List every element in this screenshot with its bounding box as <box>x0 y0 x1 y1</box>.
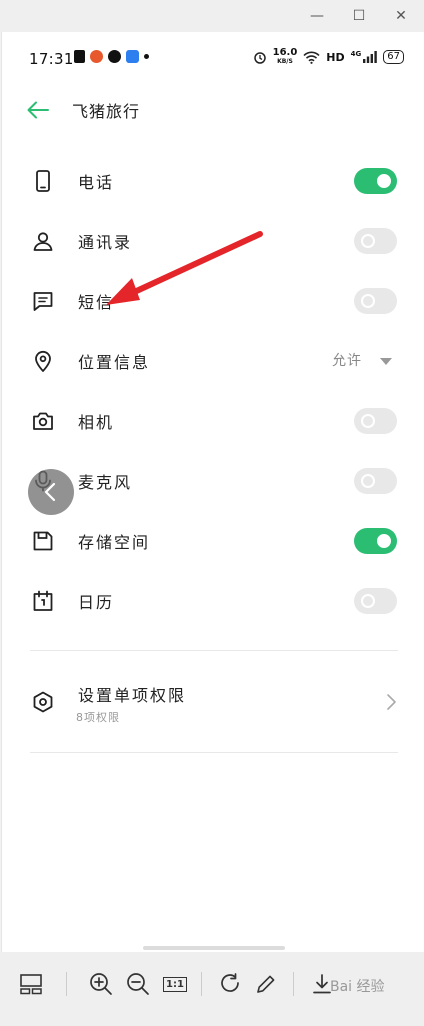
app-header: 飞猪旅行 <box>2 90 424 130</box>
page-title: 飞猪旅行 <box>72 102 141 121</box>
permission-label: 相机 <box>78 413 115 432</box>
message-icon <box>33 292 53 311</box>
toolbar-separator <box>201 972 202 996</box>
thumbnails-icon <box>20 974 42 995</box>
contacts-icon <box>33 232 53 251</box>
blue-app-icon <box>126 50 139 63</box>
storage-icon <box>33 531 53 551</box>
tiktok-icon <box>74 50 85 63</box>
permission-row-calendar[interactable]: 日历 <box>2 572 424 632</box>
weibo-icon <box>90 50 103 63</box>
camera-icon <box>33 412 53 430</box>
toggle-knob <box>377 534 391 548</box>
signal-icon <box>363 51 378 63</box>
single-permissions-count: 8项权限 <box>76 711 120 724</box>
calendar-toggle[interactable] <box>354 588 397 614</box>
permission-row-sms[interactable]: 短信 <box>2 272 424 332</box>
toolbar-separator <box>66 972 67 996</box>
net-speed-unit: KB/S <box>277 58 293 65</box>
thumbnail-view-button[interactable] <box>17 970 45 998</box>
permission-label: 位置信息 <box>78 353 151 372</box>
minimize-icon: — <box>310 8 324 24</box>
alarm-icon <box>253 52 266 64</box>
zoom-in-icon <box>90 973 112 995</box>
close-button[interactable]: ✕ <box>388 6 414 26</box>
phone-screen: 17:31 16.0 KB/S HD 4G 67 飞猪旅行 电话 通讯录 短信 … <box>1 32 424 952</box>
floating-back-button[interactable] <box>28 469 74 515</box>
battery-indicator: 67 <box>383 50 404 64</box>
home-indicator[interactable] <box>143 946 285 950</box>
storage-toggle[interactable] <box>354 528 397 554</box>
minimize-button[interactable]: — <box>304 6 330 26</box>
permission-label: 电话 <box>78 173 115 192</box>
zoom-in-button[interactable] <box>87 970 115 998</box>
q-app-icon <box>108 50 121 63</box>
wifi-icon <box>303 51 320 64</box>
notification-dot-icon <box>144 54 149 59</box>
permission-row-location[interactable]: 位置信息 允许 <box>2 332 424 392</box>
permission-label: 短信 <box>78 293 115 312</box>
hd-indicator: HD <box>326 50 345 64</box>
rotate-button[interactable] <box>216 970 244 998</box>
status-bar: 17:31 16.0 KB/S HD 4G 67 <box>2 32 424 84</box>
microphone-toggle[interactable] <box>354 468 397 494</box>
toggle-knob <box>361 474 375 488</box>
permission-row-contacts[interactable]: 通讯录 <box>2 212 424 272</box>
net-speed: 16.0 KB/S <box>273 48 298 66</box>
arrow-left-icon[interactable] <box>26 100 50 120</box>
permission-row-storage[interactable]: 存储空间 <box>2 512 424 572</box>
window-titlebar: — ☐ ✕ <box>0 0 424 32</box>
toggle-knob <box>377 174 391 188</box>
camera-toggle[interactable] <box>354 408 397 434</box>
watermark: Bai 经验 <box>330 979 385 995</box>
pencil-icon <box>257 975 275 993</box>
toggle-knob <box>361 234 375 248</box>
close-icon: ✕ <box>395 8 407 24</box>
net-speed-value: 16.0 <box>272 47 298 58</box>
status-time: 17:31 <box>29 50 74 68</box>
phone-toggle[interactable] <box>354 168 397 194</box>
calendar-icon <box>33 590 53 611</box>
hexagon-settings-icon <box>33 691 53 713</box>
toolbar-separator <box>293 972 294 996</box>
divider <box>30 650 398 651</box>
network-type: 4G <box>350 50 362 58</box>
status-right: 16.0 KB/S HD 4G 67 <box>253 48 404 66</box>
single-permissions-title: 设置单项权限 <box>78 686 187 705</box>
chevron-right-icon <box>387 694 396 710</box>
viewer-toolbar: 1:1 Bai 经验 <box>0 952 424 1026</box>
permission-label: 通讯录 <box>78 233 133 252</box>
chevron-left-icon <box>44 482 56 502</box>
zoom-out-icon <box>127 973 149 995</box>
permission-row-camera[interactable]: 相机 <box>2 392 424 452</box>
single-permissions-row[interactable]: 设置单项权限 8项权限 <box>2 672 424 732</box>
location-select-value[interactable]: 允许 <box>332 350 362 370</box>
status-app-icons <box>74 50 149 63</box>
toggle-knob <box>361 594 375 608</box>
permission-row-phone[interactable]: 电话 <box>2 152 424 212</box>
permission-label: 日历 <box>78 593 115 612</box>
maximize-button[interactable]: ☐ <box>346 6 372 26</box>
rotate-icon <box>221 973 239 992</box>
sms-toggle[interactable] <box>354 288 397 314</box>
actual-size-icon: 1:1 <box>163 976 187 992</box>
permission-label: 存储空间 <box>78 533 151 552</box>
location-icon <box>35 350 51 372</box>
toggle-knob <box>361 294 375 308</box>
actual-size-button[interactable]: 1:1 <box>161 970 189 998</box>
permission-label: 麦克风 <box>78 473 133 492</box>
caret-down-icon[interactable] <box>380 358 392 365</box>
zoom-out-button[interactable] <box>124 970 152 998</box>
maximize-icon: ☐ <box>352 8 366 24</box>
edit-button[interactable] <box>252 970 280 998</box>
contacts-toggle[interactable] <box>354 228 397 254</box>
toggle-knob <box>361 414 375 428</box>
divider <box>30 752 398 753</box>
phone-icon <box>36 170 50 192</box>
